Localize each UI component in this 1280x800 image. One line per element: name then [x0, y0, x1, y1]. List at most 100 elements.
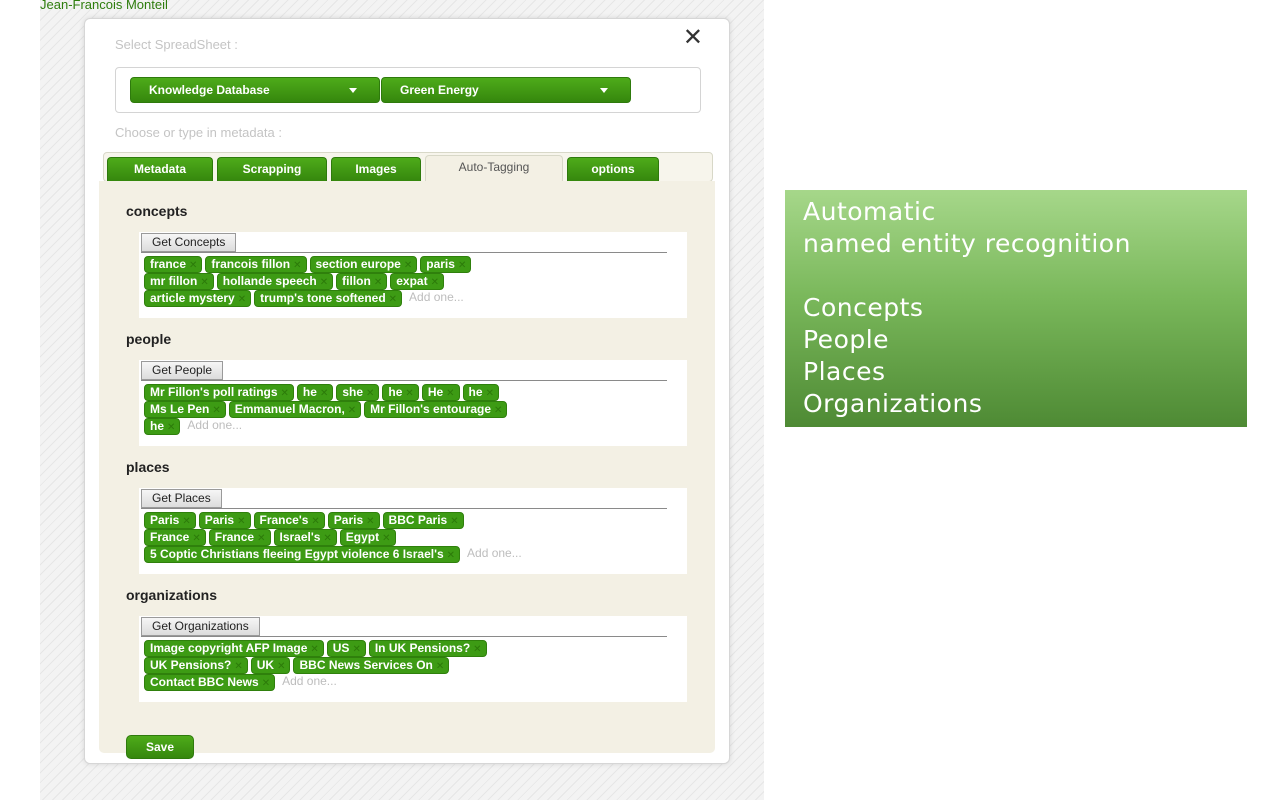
remove-tag-icon[interactable]: ✕ [366, 386, 378, 401]
add-tag-input[interactable]: Add one... [282, 674, 337, 689]
tag-chip[interactable]: BBC News Services On ✕ [293, 657, 450, 674]
tag-chip[interactable]: france ✕ [144, 256, 203, 273]
remove-tag-icon[interactable]: ✕ [494, 403, 506, 418]
remove-tag-icon[interactable]: ✕ [311, 514, 323, 529]
get-people-button[interactable]: Get People [141, 361, 224, 380]
remove-tag-icon[interactable]: ✕ [262, 676, 274, 691]
remove-tag-icon[interactable]: ✕ [257, 531, 269, 546]
remove-tag-icon[interactable]: ✕ [212, 403, 224, 418]
tag-chip[interactable]: Paris ✕ [327, 512, 380, 529]
remove-tag-icon[interactable]: ✕ [189, 258, 201, 273]
add-tag-input[interactable]: Add one... [187, 418, 242, 433]
add-tag-input[interactable]: Add one... [467, 546, 522, 561]
tag-chip[interactable]: BBC Paris ✕ [382, 512, 464, 529]
remove-tag-icon[interactable]: ✕ [389, 292, 401, 307]
remove-tag-icon[interactable]: ✕ [234, 659, 246, 674]
tag-label: Paris [333, 513, 364, 527]
tag-chip[interactable]: France's ✕ [253, 512, 325, 529]
tag-chip[interactable]: 5 Coptic Christians fleeing Egypt violen… [144, 546, 461, 563]
remove-tag-icon[interactable]: ✕ [348, 403, 360, 418]
tag-chip[interactable]: Image copyright AFP Image ✕ [144, 640, 324, 657]
remove-tag-icon[interactable]: ✕ [323, 531, 335, 546]
remove-tag-icon[interactable]: ✕ [182, 514, 194, 529]
tag-chip[interactable]: US ✕ [326, 640, 366, 657]
remove-tag-icon[interactable]: ✕ [320, 386, 332, 401]
tab-images[interactable]: Images [331, 157, 421, 181]
remove-tag-icon[interactable]: ✕ [405, 386, 417, 401]
tag-chip[interactable]: expat ✕ [390, 273, 444, 290]
tag-label: francois fillon [211, 257, 291, 271]
remove-tag-icon[interactable]: ✕ [446, 386, 458, 401]
get-organizations-button[interactable]: Get Organizations [141, 617, 260, 636]
remove-tag-icon[interactable]: ✕ [382, 531, 394, 546]
tag-chip[interactable]: He ✕ [421, 384, 460, 401]
remove-tag-icon[interactable]: ✕ [436, 659, 448, 674]
add-tag-input[interactable]: Add one... [409, 290, 464, 305]
tag-label: he [302, 385, 317, 399]
tag-chip[interactable]: she ✕ [336, 384, 380, 401]
get-concepts-button[interactable]: Get Concepts [141, 233, 237, 252]
green-energy-dropdown[interactable]: Green Energy [381, 77, 631, 103]
remove-tag-icon[interactable]: ✕ [237, 514, 249, 529]
tab-options[interactable]: options [567, 157, 659, 181]
save-button[interactable]: Save [126, 735, 194, 759]
tag-label: he [388, 385, 403, 399]
remove-tag-icon[interactable]: ✕ [352, 642, 364, 657]
remove-tag-icon[interactable]: ✕ [167, 420, 179, 435]
remove-tag-icon[interactable]: ✕ [281, 386, 293, 401]
tag-row: he ✕ Add one... [144, 418, 674, 435]
tag-chip[interactable]: Israel's ✕ [273, 529, 337, 546]
tag-chip[interactable]: he ✕ [462, 384, 499, 401]
tag-chip[interactable]: section europe ✕ [309, 256, 418, 273]
knowledge-database-dropdown[interactable]: Knowledge Database [130, 77, 380, 103]
tag-label: Image copyright AFP Image [150, 641, 308, 655]
remove-tag-icon[interactable]: ✕ [293, 258, 305, 273]
tag-chip[interactable]: trump's tone softened ✕ [254, 290, 403, 307]
tag-chip[interactable]: Paris ✕ [198, 512, 251, 529]
remove-tag-icon[interactable]: ✕ [473, 642, 485, 657]
tag-chip[interactable]: Mr Fillon's poll ratings ✕ [144, 384, 294, 401]
remove-tag-icon[interactable]: ✕ [277, 659, 289, 674]
tag-chip[interactable]: francois fillon ✕ [205, 256, 307, 273]
tag-chip[interactable]: he ✕ [296, 384, 334, 401]
tag-chip[interactable]: Egypt ✕ [339, 529, 396, 546]
close-icon[interactable]: ✕ [683, 23, 703, 51]
remove-tag-icon[interactable]: ✕ [200, 275, 212, 290]
tag-chip[interactable]: In UK Pensions? ✕ [368, 640, 487, 657]
tag-chip[interactable]: Emmanuel Macron, ✕ [228, 401, 362, 418]
remove-tag-icon[interactable]: ✕ [374, 275, 386, 290]
remove-tag-icon[interactable]: ✕ [310, 642, 322, 657]
tag-chip[interactable]: article mystery ✕ [144, 290, 252, 307]
get-places-button[interactable]: Get Places [141, 489, 222, 508]
tag-chip[interactable]: hollande speech ✕ [216, 273, 334, 290]
tag-chip[interactable]: he ✕ [144, 418, 181, 435]
tag-chip[interactable]: he ✕ [382, 384, 419, 401]
tag-row: france ✕ francois fillon ✕ section europe ✕ pa… [144, 256, 674, 273]
tag-chip[interactable]: UK ✕ [250, 657, 291, 674]
remove-tag-icon[interactable]: ✕ [447, 548, 459, 563]
remove-tag-icon[interactable]: ✕ [458, 258, 470, 273]
tag-chip[interactable]: paris ✕ [420, 256, 472, 273]
tag-chip[interactable]: fillon ✕ [336, 273, 388, 290]
tag-chip[interactable]: Paris ✕ [144, 512, 196, 529]
tag-chip[interactable]: Contact BBC News ✕ [144, 674, 276, 691]
tag-chip[interactable]: Ms Le Pen ✕ [144, 401, 226, 418]
remove-tag-icon[interactable]: ✕ [450, 514, 462, 529]
remove-tag-icon[interactable]: ✕ [366, 514, 378, 529]
tab-metadata[interactable]: Metadata [107, 157, 213, 181]
tag-chip[interactable]: France ✕ [144, 529, 206, 546]
remove-tag-icon[interactable]: ✕ [404, 258, 416, 273]
tag-chip[interactable]: Mr Fillon's entourage ✕ [364, 401, 508, 418]
tag-chip[interactable]: UK Pensions? ✕ [144, 657, 248, 674]
tag-chip[interactable]: France ✕ [208, 529, 271, 546]
tab-auto-tagging[interactable]: Auto-Tagging [425, 155, 563, 182]
remove-tag-icon[interactable]: ✕ [192, 531, 204, 546]
remove-tag-icon[interactable]: ✕ [486, 386, 498, 401]
tab-scrapping[interactable]: Scrapping [217, 157, 327, 181]
remove-tag-icon[interactable]: ✕ [238, 292, 250, 307]
tag-label: he [150, 419, 165, 433]
remove-tag-icon[interactable]: ✕ [431, 275, 443, 290]
tag-label: paris [426, 257, 455, 271]
remove-tag-icon[interactable]: ✕ [320, 275, 332, 290]
tag-chip[interactable]: mr fillon ✕ [144, 273, 214, 290]
